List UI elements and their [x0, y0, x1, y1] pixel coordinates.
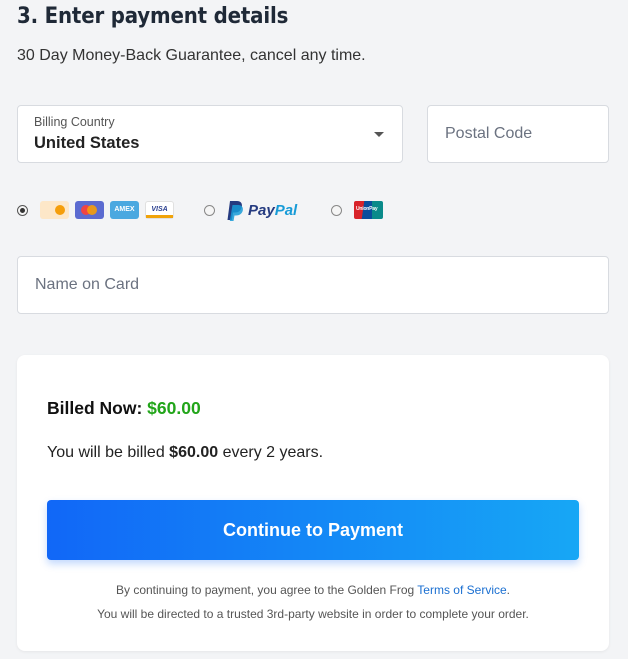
card-payment-radio[interactable] — [17, 205, 28, 216]
paypal-icon: PayPal — [226, 200, 306, 222]
billing-country-value: United States — [34, 134, 140, 152]
terms-notice: By continuing to payment, you agree to t… — [115, 583, 510, 597]
unionpay-payment-radio[interactable] — [331, 205, 342, 216]
name-on-card-placeholder: Name on Card — [35, 276, 140, 293]
billing-frequency: You will be billed $60.00 every 2 years. — [47, 444, 324, 461]
billed-now-label: Billed Now: — [47, 398, 143, 418]
postal-code-field[interactable]: Postal Code — [427, 105, 609, 163]
visa-icon: VISA — [145, 201, 174, 219]
paypal-mark-icon — [227, 201, 243, 221]
postal-code-placeholder: Postal Code — [445, 125, 533, 142]
mastercard-icon — [75, 201, 104, 219]
amex-icon: AMEX — [110, 201, 139, 219]
unionpay-icon: UnionPay — [354, 201, 383, 219]
section-subtitle: 30 Day Money-Back Guarantee, cancel any … — [17, 47, 366, 64]
paypal-payment-radio[interactable] — [204, 205, 215, 216]
section-title: 3. Enter payment details — [17, 4, 289, 29]
name-on-card-field[interactable]: Name on Card — [17, 256, 609, 314]
billing-amount: $60.00 — [169, 444, 219, 461]
paypal-wordmark: PayPal — [248, 202, 298, 219]
discover-icon — [40, 201, 69, 219]
billed-now-amount: $60.00 — [147, 398, 201, 418]
billing-country-label: Billing Country — [34, 115, 115, 129]
redirect-notice: You will be directed to a trusted 3rd-pa… — [97, 607, 529, 621]
terms-of-service-link[interactable]: Terms of Service — [417, 583, 506, 597]
order-summary-card: Billed Now: $60.00 You will be billed $6… — [17, 355, 609, 651]
billing-country-select[interactable]: Billing Country United States — [17, 105, 403, 163]
continue-to-payment-button[interactable]: Continue to Payment — [47, 500, 579, 560]
billed-now: Billed Now: $60.00 — [47, 398, 201, 419]
chevron-down-icon — [374, 132, 384, 137]
payment-details-page: 3. Enter payment details 30 Day Money-Ba… — [0, 0, 628, 659]
